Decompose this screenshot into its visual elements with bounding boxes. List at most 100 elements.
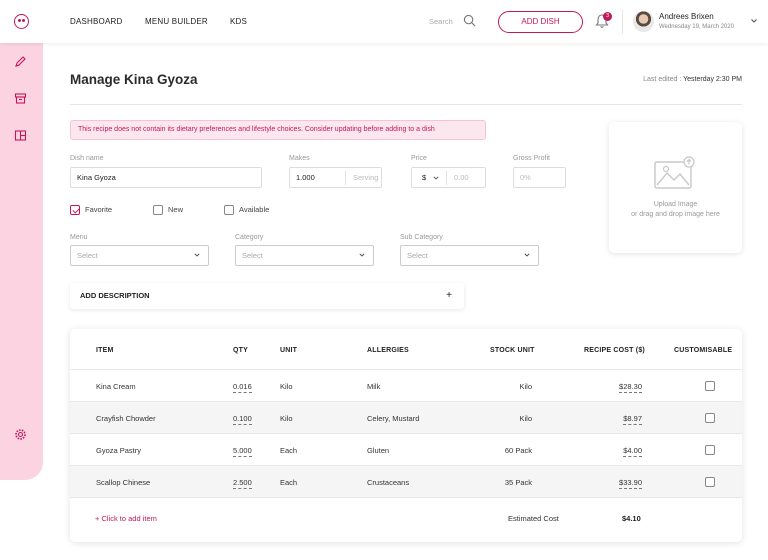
checkbox-new-box[interactable]	[153, 205, 163, 215]
checkbox-favorite[interactable]: Favorite	[70, 204, 112, 216]
layout-icon[interactable]	[14, 129, 27, 142]
row-customisable-checkbox[interactable]	[705, 477, 715, 487]
top-bar: DASHBOARD MENU BUILDER KDS Search ADD DI…	[0, 0, 768, 43]
menu-select-value: Select	[77, 251, 98, 260]
col-header-stock-unit: STOCK UNIT	[490, 347, 535, 354]
makes-divider	[345, 171, 346, 185]
row-item: Gyoza Pastry	[96, 446, 142, 455]
row-stock-unit: 35 Pack	[504, 478, 532, 487]
currency-chevron-icon[interactable]	[433, 175, 439, 181]
row-unit: Each	[280, 478, 298, 487]
add-item-button[interactable]: + Click to add item	[95, 514, 157, 523]
user-date: Wednesday 19, March 2020	[659, 24, 734, 30]
add-description-toggle[interactable]: ADD DESCRIPTION +	[70, 283, 464, 309]
nav-menu-builder[interactable]: MENU BUILDER	[145, 17, 208, 26]
search-label[interactable]: Search	[429, 17, 453, 26]
makes-field[interactable]: 1.000 Serving	[289, 167, 382, 188]
price-divider	[446, 171, 447, 185]
row-item: Kina Cream	[96, 382, 136, 391]
nav-dashboard[interactable]: DASHBOARD	[70, 17, 122, 26]
title-divider	[70, 104, 742, 105]
pencil-icon[interactable]	[14, 55, 27, 68]
sidebar	[0, 43, 43, 480]
subcategory-select[interactable]: Select	[400, 245, 539, 266]
row-stock-unit: Kilo	[519, 414, 532, 423]
header-divider	[622, 10, 623, 34]
last-edited: Last edited : Yesterday 2:30 PM	[643, 76, 742, 83]
app-logo-icon[interactable]	[14, 14, 29, 29]
avatar[interactable]	[633, 11, 654, 32]
search-icon[interactable]	[463, 14, 476, 27]
price-field[interactable]: $ 0.00	[411, 167, 486, 188]
row-cost[interactable]: $28.30	[619, 382, 642, 393]
row-cost[interactable]: $4.00	[623, 446, 642, 457]
checkbox-available-box[interactable]	[224, 205, 234, 215]
archive-icon[interactable]	[14, 92, 27, 105]
row-customisable-checkbox[interactable]	[705, 381, 715, 391]
category-select-value: Select	[242, 251, 263, 260]
image-upload-dropzone[interactable]: Upload Image or drag and drop image here	[609, 122, 742, 253]
upload-label: Upload Image	[653, 201, 698, 208]
checkbox-available-label: Available	[239, 205, 270, 214]
table-row[interactable]: Gyoza Pastry 5.000 Each Gluten 60 Pack $…	[70, 433, 742, 465]
row-qty[interactable]: 5.000	[233, 446, 252, 457]
gross-profit-field[interactable]: 0%	[513, 167, 566, 188]
notification-badge: 3	[603, 12, 612, 21]
row-unit: Each	[280, 446, 298, 455]
col-header-item: ITEM	[96, 347, 114, 354]
subcategory-select-value: Select	[407, 251, 428, 260]
row-unit: Kilo	[280, 414, 293, 423]
table-row[interactable]: Scallop Chinese 2.500 Each Crustaceans 3…	[70, 465, 742, 497]
makes-unit: Serving	[353, 173, 379, 182]
last-edited-label: Last edited :	[643, 76, 682, 83]
category-select[interactable]: Select	[235, 245, 374, 266]
dish-name-label: Dish name	[70, 155, 104, 162]
estimated-cost-label: Estimated Cost	[508, 514, 559, 523]
price-input[interactable]: 0.00	[454, 168, 469, 187]
user-name[interactable]: Andrees Brixen	[659, 12, 714, 21]
makes-value[interactable]: 1.000	[296, 173, 315, 182]
upload-hint: or drag and drop image here	[631, 211, 720, 218]
row-cost[interactable]: $8.97	[623, 414, 642, 425]
row-qty[interactable]: 2.500	[233, 478, 252, 489]
checkbox-favorite-box[interactable]	[70, 205, 80, 215]
nav-kds[interactable]: KDS	[230, 17, 247, 26]
table-row[interactable]: Crayfish Chowder 0.100 Kilo Celery, Must…	[70, 401, 742, 433]
ingredients-table: ITEM QTY UNIT ALLERGIES STOCK UNIT RECIP…	[70, 329, 742, 542]
row-customisable-checkbox[interactable]	[705, 413, 715, 423]
checkbox-available[interactable]: Available	[224, 204, 269, 216]
category-label: Category	[235, 234, 264, 241]
add-dish-button[interactable]: ADD DISH	[498, 11, 583, 33]
makes-label: Makes	[289, 155, 310, 162]
row-qty[interactable]: 0.100	[233, 414, 252, 425]
dish-name-field[interactable]: Kina Gyoza	[70, 167, 262, 188]
row-qty[interactable]: 0.016	[233, 382, 252, 393]
page-title: Manage Kina Gyoza	[70, 72, 198, 87]
price-label: Price	[411, 155, 427, 162]
menu-select[interactable]: Select	[70, 245, 209, 266]
row-allergies: Milk	[367, 382, 381, 391]
estimated-cost-value: $4.10	[622, 514, 641, 523]
image-upload-icon	[654, 156, 695, 189]
table-row[interactable]: Kina Cream 0.016 Kilo Milk Kilo $28.30	[70, 369, 742, 401]
checkbox-new[interactable]: New	[153, 204, 183, 216]
chevron-down-icon[interactable]	[750, 17, 758, 25]
chevron-down-icon	[359, 253, 365, 257]
dietary-alert: This recipe does not contain its dietary…	[70, 120, 486, 140]
last-edited-value: Yesterday 2:30 PM	[683, 76, 742, 83]
col-header-allergies: ALLERGIES	[367, 347, 409, 354]
col-header-recipe-cost: RECIPE COST ($)	[584, 347, 645, 354]
price-currency[interactable]: $	[422, 168, 426, 187]
row-customisable-checkbox[interactable]	[705, 445, 715, 455]
checkbox-favorite-label: Favorite	[85, 205, 113, 214]
row-cost[interactable]: $33.90	[619, 478, 642, 489]
plus-icon[interactable]: +	[446, 283, 452, 309]
col-header-customisable: CUSTOMISABLE	[674, 347, 733, 354]
gear-icon[interactable]	[14, 428, 27, 441]
chevron-down-icon	[194, 253, 200, 257]
col-header-unit: UNIT	[280, 347, 298, 354]
gross-profit-value[interactable]: 0%	[520, 173, 531, 182]
row-allergies: Celery, Mustard	[367, 414, 420, 423]
row-allergies: Crustaceans	[367, 478, 410, 487]
row-unit: Kilo	[280, 382, 293, 391]
